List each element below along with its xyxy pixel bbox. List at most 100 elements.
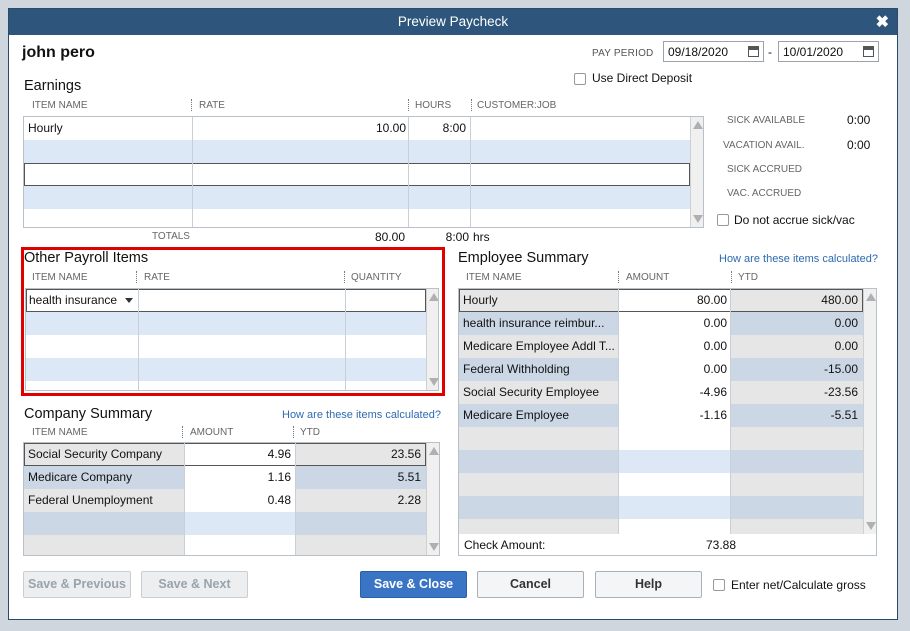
other-payroll-item-dropdown[interactable]: health insurance [29,293,125,307]
company-item-cell: Federal Unemployment [28,493,153,507]
sick-accrued-label: SICK ACCRUED [727,164,803,175]
cancel-button[interactable]: Cancel [477,571,584,598]
employee-item-cell: Medicare Employee [463,408,570,422]
save-close-button[interactable]: Save & Close [360,571,467,598]
employee-how-calculated-link[interactable]: How are these items calculated? [719,253,878,265]
pay-period-end-field[interactable]: 10/01/2020 [778,41,879,62]
table-row-selected[interactable] [24,163,690,186]
save-previous-button[interactable]: Save & Previous [23,571,131,598]
table-row-selected[interactable]: health insurance [26,289,426,312]
company-header-item: ITEM NAME [32,427,88,438]
other-payroll-table[interactable]: health insurance [25,288,439,391]
company-how-calculated-link[interactable]: How are these items calculated? [282,409,441,421]
table-row[interactable] [26,358,426,381]
scroll-up-icon[interactable] [866,293,876,301]
close-icon[interactable]: ✖ [876,12,889,32]
other-payroll-header-rate: RATE [144,272,170,283]
employee-ytd-cell: 0.00 [834,339,858,353]
other-payroll-scrollbar[interactable] [426,289,438,390]
employee-item-cell: Medicare Employee Addl T... [463,339,615,353]
company-summary-title: Company Summary [24,406,153,422]
scroll-down-icon[interactable] [866,522,876,530]
scroll-up-icon[interactable] [693,121,703,129]
scroll-down-icon[interactable] [693,215,703,223]
company-summary-table: Social Security Company 4.96 23.56 Medic… [23,442,440,556]
company-item-cell: Social Security Company [28,447,163,461]
dialog-title: Preview Paycheck [397,14,509,29]
table-row[interactable] [24,186,690,209]
pay-period-start-field[interactable]: 09/18/2020 [663,41,764,62]
title-bar: Preview Paycheck ✖ [9,9,897,35]
employee-name: john pero [22,44,95,61]
employee-amount-cell: 0.00 [703,339,727,353]
company-header-amount: AMOUNT [190,427,234,438]
check-amount-label: Check Amount: [464,538,546,552]
company-header-ytd: YTD [300,427,320,438]
company-summary-scrollbar[interactable] [426,443,439,555]
table-row: Medicare Employee -1.16 -5.51 [459,404,863,427]
help-button[interactable]: Help [595,571,702,598]
scroll-down-icon[interactable] [429,378,438,386]
earnings-header-item: ITEM NAME [32,100,88,111]
vacation-avail-value: 0:00 [847,138,871,152]
vacation-avail-label: VACATION AVAIL. [723,140,805,151]
earnings-rate-cell[interactable]: 10.00 [194,121,406,135]
table-row[interactable] [26,335,426,358]
other-payroll-title: Other Payroll Items [24,250,149,266]
company-amount-cell: 1.16 [267,470,291,484]
table-row: Medicare Employee Addl T... 0.00 0.00 [459,335,863,358]
earnings-totals-label: TOTALS [152,231,190,242]
employee-summary-table: Hourly 80.00 480.00 health insurance rei… [458,288,877,535]
table-row: Hourly 80.00 480.00 [459,289,863,312]
vac-accrued-label: VAC. ACCRUED [727,188,802,199]
table-row [24,512,426,535]
pay-period-end-value: 10/01/2020 [783,45,844,59]
employee-amount-cell: -1.16 [699,408,727,422]
enter-net-checkbox[interactable] [713,579,725,591]
earnings-item-cell[interactable]: Hourly [28,121,188,135]
company-ytd-cell: 5.51 [397,470,421,484]
employee-item-cell: Social Security Employee [463,385,600,399]
company-item-cell: Medicare Company [28,470,133,484]
table-row[interactable] [26,312,426,335]
earnings-scrollbar[interactable] [690,117,703,227]
employee-ytd-cell: 480.00 [821,293,858,307]
employee-summary-title: Employee Summary [458,250,589,266]
scroll-up-icon[interactable] [429,447,439,455]
do-not-accrue-checkbox[interactable] [717,214,729,226]
earnings-total-hours: 8:00 [445,230,469,244]
save-next-button[interactable]: Save & Next [141,571,248,598]
employee-summary-scrollbar[interactable] [863,289,876,534]
earnings-header-hours: HOURS [415,100,452,111]
table-row: Social Security Company 4.96 23.56 [24,443,426,466]
company-amount-cell: 0.48 [267,493,291,507]
other-payroll-header-quantity: QUANTITY [351,272,402,283]
earnings-table[interactable]: Hourly 10.00 8:00 [23,116,704,228]
dropdown-arrow-icon[interactable] [125,298,133,303]
employee-ytd-cell: -5.51 [830,408,858,422]
employee-header-ytd: YTD [738,272,758,283]
earnings-header-rate: RATE [199,100,225,111]
table-row[interactable]: Hourly 10.00 8:00 [24,117,690,140]
use-direct-deposit-checkbox[interactable] [574,73,586,85]
employee-ytd-cell: 0.00 [834,316,858,330]
scroll-up-icon[interactable] [429,293,438,301]
earnings-title: Earnings [24,78,82,94]
use-direct-deposit-label: Use Direct Deposit [592,71,693,85]
do-not-accrue-label: Do not accrue sick/vac [734,213,855,227]
earnings-hrs-label: hrs [473,230,490,244]
table-row [24,535,426,555]
scroll-down-icon[interactable] [429,543,439,551]
preview-paycheck-dialog: Preview Paycheck ✖ john pero PAY PERIOD … [8,8,898,620]
table-row[interactable] [24,209,690,227]
table-row: Medicare Company 1.16 5.51 [24,466,426,489]
table-row: Federal Withholding 0.00 -15.00 [459,358,863,381]
sick-available-label: SICK AVAILABLE [727,115,806,126]
pay-period-dash: - [768,45,772,59]
table-row: Social Security Employee -4.96 -23.56 [459,381,863,404]
employee-amount-cell: 80.00 [696,293,727,307]
calendar-icon[interactable] [863,46,874,57]
table-row[interactable] [24,140,690,163]
calendar-icon[interactable] [748,46,759,57]
earnings-hours-cell[interactable]: 8:00 [410,121,466,135]
